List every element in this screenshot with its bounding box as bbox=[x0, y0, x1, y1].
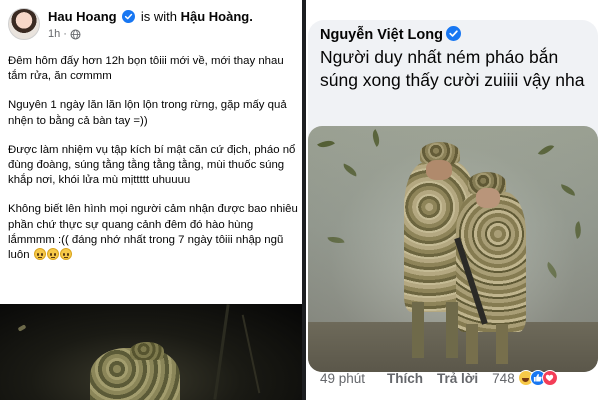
post-paragraph: Nguyên 1 ngày lăn lăn lộn lộn trong rừng… bbox=[8, 99, 287, 127]
facebook-post: Hau Hoang is with Hậu Hoàng. 1h · Đêm hô… bbox=[0, 0, 302, 400]
like-button[interactable]: Thích bbox=[387, 371, 423, 386]
verified-badge-icon bbox=[446, 26, 461, 41]
verified-badge-icon bbox=[122, 10, 136, 23]
pleading-face-icon bbox=[59, 248, 72, 261]
author-avatar[interactable] bbox=[8, 8, 40, 40]
post-paragraph-last: Không biết lên hình mọi người cảm nhận đ… bbox=[8, 202, 298, 263]
reaction-count[interactable]: 748 bbox=[492, 371, 515, 386]
comment-actions: 49 phút Thích Trả lời 748 bbox=[320, 368, 558, 388]
photo-legs bbox=[466, 324, 478, 364]
comment-panel: Nguyễn Việt Long Người duy nhất ném pháo… bbox=[306, 0, 600, 400]
photo-face bbox=[476, 188, 500, 208]
comment-bubble: Nguyễn Việt Long Người duy nhất ném pháo… bbox=[308, 20, 598, 372]
photo-helmet bbox=[130, 342, 164, 360]
reaction-icons[interactable] bbox=[517, 370, 558, 386]
comment-time[interactable]: 49 phút bbox=[320, 371, 365, 386]
photo-face bbox=[426, 160, 452, 180]
post-body: Đêm hôm đấy hơn 12h bọn tôiii mới về, mớ… bbox=[8, 54, 298, 277]
comment-author-line: Nguyễn Việt Long bbox=[320, 26, 463, 43]
post-author-line: Hau Hoang is with Hậu Hoàng. bbox=[48, 9, 253, 24]
post-paragraph: Đêm hôm đấy hơn 12h bọn tôiii mới về, mớ… bbox=[8, 55, 284, 83]
photo-ground bbox=[308, 322, 598, 372]
pleading-face-icon bbox=[33, 248, 46, 261]
globe-icon bbox=[70, 29, 81, 39]
comment-text: Người duy nhất ném pháo bắn súng xong th… bbox=[320, 47, 585, 90]
post-paragraph: Được làm nhiệm vụ tập kích bí mật căn cứ… bbox=[8, 143, 296, 187]
photo-branch bbox=[241, 314, 261, 394]
photo-leaf bbox=[17, 324, 27, 332]
post-time[interactable]: 1h bbox=[48, 28, 60, 40]
comment-author-name[interactable]: Nguyễn Việt Long bbox=[320, 27, 443, 43]
with-text: is with bbox=[140, 9, 177, 24]
post-header: Hau Hoang is with Hậu Hoàng. 1h · bbox=[8, 8, 298, 48]
photo-legs bbox=[412, 302, 424, 358]
post-author-name[interactable]: Hau Hoang bbox=[48, 9, 117, 24]
post-photo[interactable] bbox=[0, 304, 302, 400]
post-meta: 1h · bbox=[48, 28, 81, 40]
photo-branch bbox=[213, 304, 230, 400]
tagged-user-name[interactable]: Hậu Hoàng. bbox=[181, 9, 253, 24]
pleading-face-icon bbox=[46, 248, 59, 261]
comment-photo[interactable] bbox=[308, 126, 598, 372]
reply-button[interactable]: Trả lời bbox=[437, 371, 478, 386]
love-icon bbox=[541, 370, 558, 386]
meta-separator: · bbox=[63, 28, 67, 40]
